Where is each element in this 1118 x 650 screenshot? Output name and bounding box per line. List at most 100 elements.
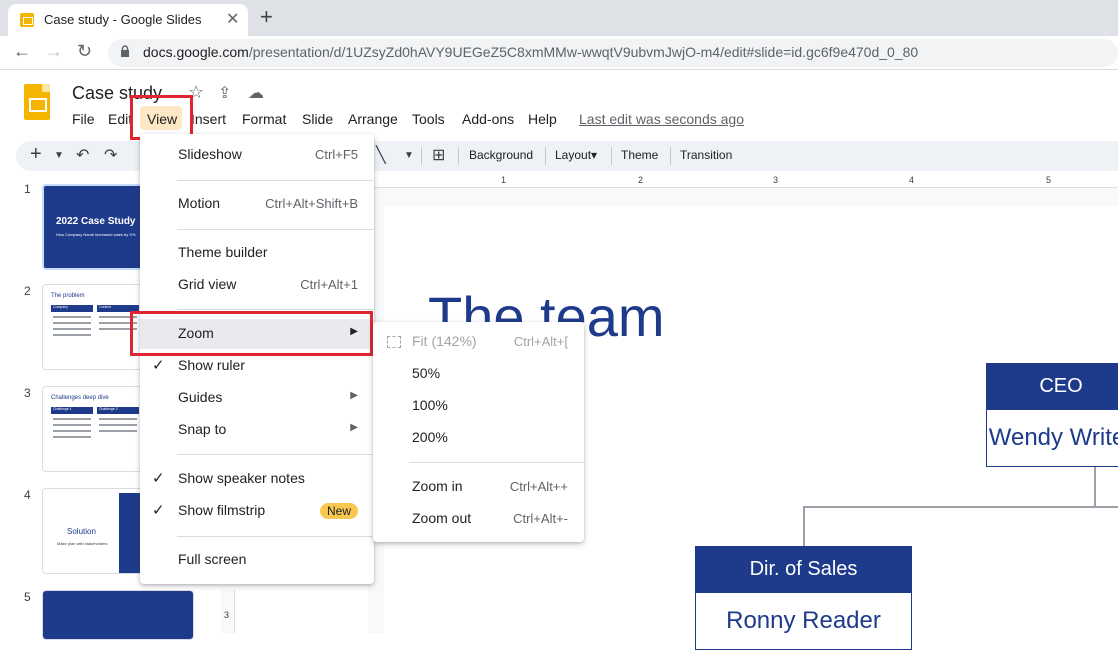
chevron-down-icon[interactable]: ▼ [54, 150, 64, 161]
zoom-200[interactable]: 200% [373, 422, 584, 452]
background-button[interactable]: Background [469, 148, 533, 162]
slides-favicon-icon [20, 13, 34, 27]
menu-item-show-speaker-notes[interactable]: ✓ Show speaker notes [140, 464, 374, 494]
menu-format[interactable]: Format [242, 111, 286, 127]
menu-divider [177, 454, 374, 455]
view-dropdown-menu: Slideshow Ctrl+F5 Motion Ctrl+Alt+Shift+… [140, 134, 374, 584]
menu-help[interactable]: Help [528, 111, 557, 127]
ceo-name-box[interactable]: Wendy Writer [986, 409, 1118, 467]
menu-divider [177, 536, 374, 537]
move-folder-icon[interactable]: ⇪ [218, 83, 231, 103]
menu-item-label: Guides [178, 389, 223, 405]
menu-divider [409, 462, 584, 463]
check-icon: ✓ [152, 357, 165, 374]
thumb-column: Challenge 2 [97, 407, 139, 467]
ruler-mark: 3 [224, 610, 230, 620]
thumb-subtitle: Make plan with stakeholders [57, 541, 108, 546]
zoom-100[interactable]: 100% [373, 390, 584, 420]
menu-item-snap-to[interactable]: Snap to ▶ [140, 415, 374, 445]
toolbar-divider [421, 147, 422, 165]
close-tab-icon[interactable]: ✕ [226, 9, 239, 29]
thumb-title: 2022 Case Study [56, 216, 136, 227]
menu-item-guides[interactable]: Guides ▶ [140, 383, 374, 413]
thumb-subtitle: How Company Name increased sales by X% [56, 232, 136, 237]
toolbar-divider [670, 147, 671, 165]
add-comment-icon[interactable]: ⊞ [432, 145, 445, 165]
menu-item-shortcut: Ctrl+Alt+[ [513, 334, 568, 349]
menu-edit[interactable]: Edit [108, 111, 132, 127]
menu-item-full-screen[interactable]: Full screen [140, 545, 374, 575]
redo-icon[interactable]: ↷ [104, 145, 117, 165]
zoom-in[interactable]: Zoom in Ctrl+Alt++ [373, 471, 584, 501]
menu-item-label: Zoom in [412, 478, 463, 494]
menu-item-label: Show filmstrip [178, 502, 266, 518]
slide-number: 4 [24, 488, 31, 502]
menu-item-shortcut: Ctrl+Alt+1 [300, 277, 358, 292]
menu-divider [177, 229, 374, 230]
slide-number: 1 [24, 182, 31, 196]
menu-slide[interactable]: Slide [302, 111, 333, 127]
check-icon: ✓ [152, 470, 165, 487]
menu-item-theme-builder[interactable]: Theme builder [140, 238, 374, 268]
transition-button[interactable]: Transition [680, 148, 732, 162]
line-dropdown-icon[interactable]: ▼ [404, 150, 414, 161]
menu-item-slideshow[interactable]: Slideshow Ctrl+F5 [140, 140, 374, 170]
menu-item-grid-view[interactable]: Grid view Ctrl+Alt+1 [140, 270, 374, 300]
zoom-submenu: Fit (142%) Ctrl+Alt+[ 50% 100% 200% Zoom… [373, 322, 584, 542]
menu-item-shortcut: Ctrl+Alt++ [509, 479, 568, 494]
menu-divider [177, 309, 374, 310]
check-icon: ✓ [152, 502, 165, 519]
thumb-column: Company [51, 305, 93, 365]
menu-item-label: Fit (142%) [412, 333, 477, 349]
tab-title: Case study - Google Slides [44, 12, 202, 27]
layout-button[interactable]: Layout▾ [555, 148, 597, 162]
horizontal-ruler[interactable]: 1 2 3 4 5 [368, 174, 1118, 188]
slides-logo-icon[interactable] [24, 84, 50, 120]
back-icon[interactable]: ← [13, 41, 31, 62]
menu-item-shortcut: Ctrl+Alt+Shift+B [265, 196, 358, 211]
url-text: docs.google.com/presentation/d/1UZsyZd0h… [143, 44, 918, 60]
sales-name-box[interactable]: Ronny Reader [695, 592, 912, 650]
reload-icon[interactable]: ↻ [77, 41, 92, 62]
menu-arrange[interactable]: Arrange [348, 111, 398, 127]
menu-item-label: Slideshow [178, 146, 242, 162]
menu-item-label: Motion [178, 195, 221, 211]
line-tool-icon[interactable]: ╲ [376, 145, 386, 165]
thumb-title: Challenges deep dive [51, 395, 109, 401]
add-slide-icon[interactable]: + [30, 143, 42, 166]
toolbar-divider [611, 147, 612, 165]
ruler-mark: 1 [501, 175, 507, 185]
undo-icon[interactable]: ↶ [76, 145, 89, 165]
browser-tab[interactable]: Case study - Google Slides ✕ [8, 4, 248, 36]
new-tab-icon[interactable]: + [260, 4, 273, 30]
menu-insert[interactable]: Insert [191, 111, 226, 127]
slide-number: 2 [24, 284, 31, 298]
menu-item-shortcut: Ctrl+Alt+- [513, 511, 568, 526]
menu-tools[interactable]: Tools [412, 111, 445, 127]
zoom-out[interactable]: Zoom out Ctrl+Alt+- [373, 503, 584, 533]
thumb-column-header: Challenge 1 [51, 407, 93, 414]
fit-icon [387, 336, 401, 348]
vertical-ruler[interactable]: 3 [221, 590, 235, 633]
menu-item-label: Zoom out [412, 510, 472, 526]
org-connector [803, 506, 1118, 508]
menu-item-show-filmstrip[interactable]: ✓ Show filmstrip New [140, 496, 374, 526]
menu-divider [177, 180, 374, 181]
last-edit-link[interactable]: Last edit was seconds ago [579, 111, 744, 127]
forward-icon[interactable]: → [45, 41, 63, 62]
zoom-50[interactable]: 50% [373, 358, 584, 388]
menu-addons[interactable]: Add-ons [462, 111, 514, 127]
zoom-fit: Fit (142%) Ctrl+Alt+[ [373, 326, 584, 356]
zoom-annotation-box [130, 311, 373, 356]
menu-item-label: Show ruler [178, 357, 245, 373]
menu-item-motion[interactable]: Motion Ctrl+Alt+Shift+B [140, 189, 374, 219]
thumb-title: Solution [67, 527, 96, 536]
sales-title-box[interactable]: Dir. of Sales [695, 546, 912, 592]
menu-file[interactable]: File [72, 111, 95, 127]
slide-number: 5 [24, 590, 31, 604]
url-path: /presentation/d/1UZsyZd0hAVY9UEGeZ5C8xmM… [248, 44, 919, 60]
menu-item-label: 200% [412, 429, 448, 445]
ceo-title-box[interactable]: CEO [986, 363, 1118, 409]
cloud-status-icon[interactable]: ☁ [248, 83, 264, 103]
theme-button[interactable]: Theme [621, 148, 658, 162]
